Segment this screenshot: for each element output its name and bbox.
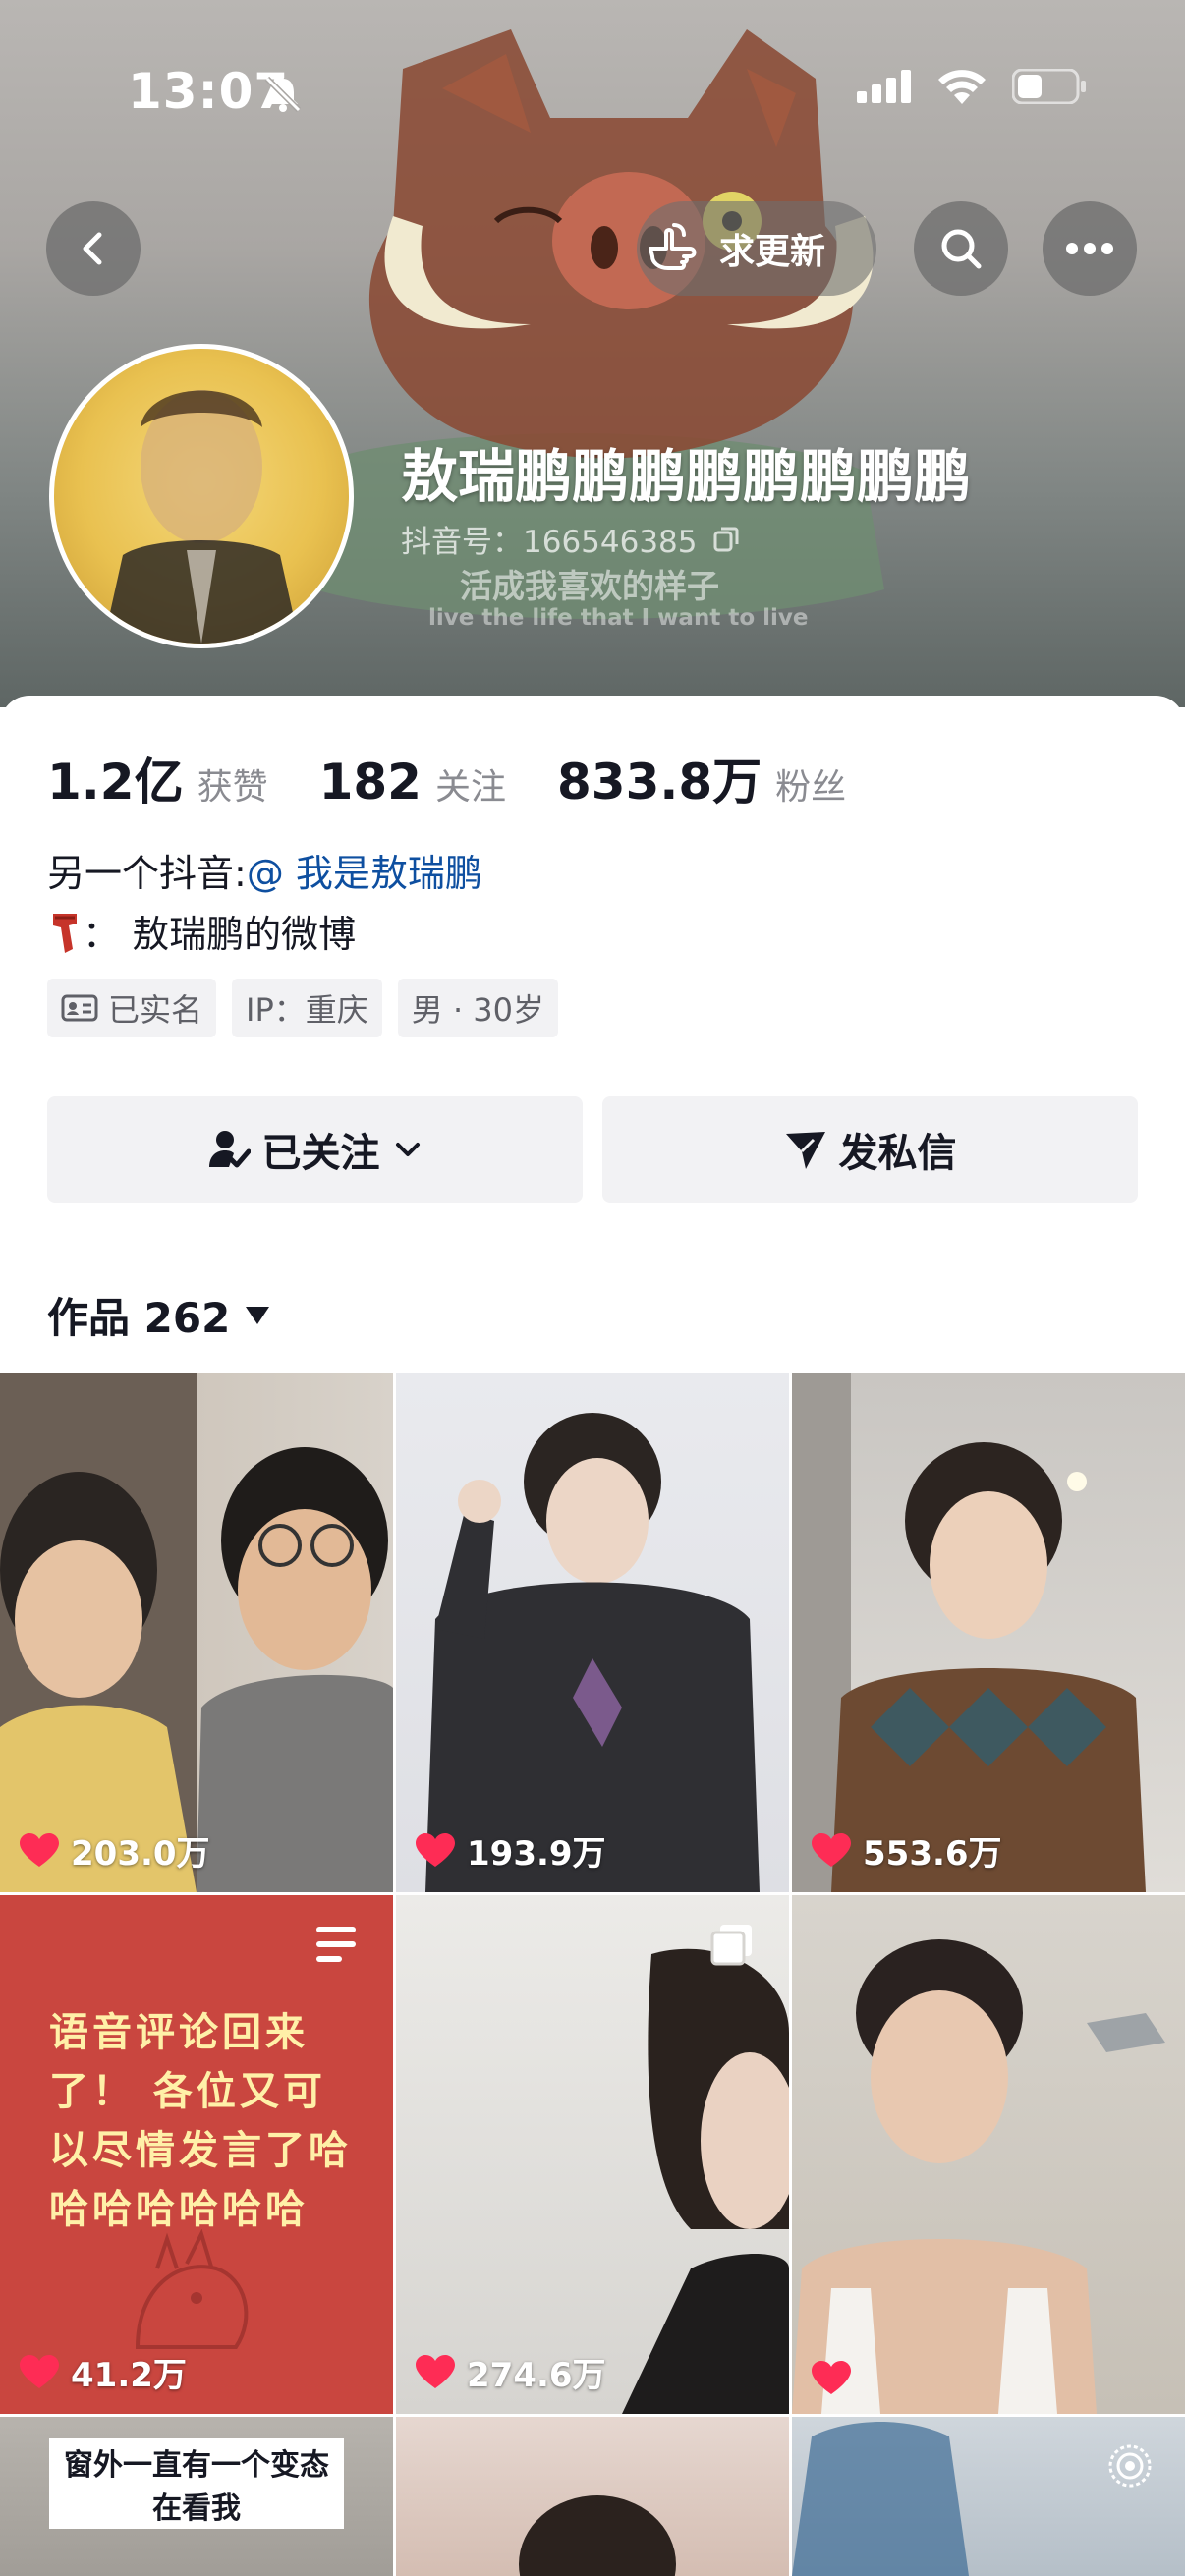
user-check-icon bbox=[208, 1131, 251, 1168]
profile-banner: 13:07 求更新 敖瑞鹏鹏鹏鹏鹏鹏鹏鹏 抖音号：166546385 活成我喜欢… bbox=[0, 0, 1185, 707]
tag-ip-label: IP：重庆 bbox=[246, 991, 368, 1029]
tag-ip-location: IP：重庆 bbox=[232, 979, 382, 1037]
video-likes: 274.6万 bbox=[416, 2348, 606, 2396]
search-button[interactable] bbox=[914, 201, 1008, 296]
video-likes bbox=[812, 2361, 863, 2396]
tag-verified-label: 已实名 bbox=[108, 991, 203, 1029]
heart-icon bbox=[416, 2354, 455, 2388]
heart-icon bbox=[812, 2361, 851, 2394]
video-thumbnail[interactable]: 窗外一直有一个变态在看我 bbox=[0, 2417, 393, 2576]
avatar-portrait bbox=[103, 390, 300, 644]
video-thumbnail[interactable] bbox=[792, 1895, 1185, 2414]
video-caption: 窗外一直有一个变态在看我 bbox=[0, 2417, 393, 2529]
video-likes: 41.2万 bbox=[20, 2348, 187, 2396]
video-thumbnail[interactable]: 语音评论回来了！ 各位又可以尽情发言了哈哈哈哈哈哈哈 41.2万 bbox=[0, 1895, 393, 2414]
article-list-icon bbox=[316, 1927, 356, 1962]
video-thumbnail[interactable] bbox=[792, 2417, 1185, 2576]
stat-following[interactable]: 182 关注 bbox=[319, 754, 506, 811]
dragon-doodle bbox=[135, 2229, 249, 2349]
bio-line-1: 另一个抖音:@ 我是敖瑞鹏 bbox=[47, 843, 482, 897]
tag-gender-age: 男 · 30岁 bbox=[397, 979, 559, 1037]
video-overlay-text: 语音评论回来了！ 各位又可以尽情发言了哈哈哈哈哈哈哈 bbox=[49, 2010, 352, 2232]
stat-likes: 1.2亿 获赞 bbox=[47, 743, 268, 813]
search-icon bbox=[941, 229, 982, 269]
video-likes: 553.6万 bbox=[812, 1826, 1002, 1875]
profile-nickname: 敖瑞鹏鹏鹏鹏鹏鹏鹏鹏 bbox=[401, 443, 972, 510]
heart-icon bbox=[812, 1832, 851, 1867]
video-likes-count: 203.0万 bbox=[71, 1834, 210, 1874]
thumbnail-image bbox=[519, 2495, 676, 2576]
video-caption-text: 窗外一直有一个变态在看我 bbox=[49, 2438, 344, 2529]
tag-gender-age-label: 男 · 30岁 bbox=[411, 991, 545, 1029]
request-update-button[interactable]: 求更新 bbox=[637, 201, 876, 296]
caret-down-icon bbox=[246, 1306, 270, 1324]
multi-image-icon bbox=[710, 1925, 752, 1966]
profile-info-card: 1.2亿 获赞 182 关注 833.8万 粉丝 另一个抖音:@ 我是敖瑞鹏 ：… bbox=[0, 696, 1185, 1373]
video-likes-count: 553.6万 bbox=[863, 1834, 1002, 1874]
profile-avatar[interactable] bbox=[49, 344, 354, 648]
chevron-down-icon bbox=[395, 1143, 420, 1156]
heart-icon bbox=[20, 1832, 59, 1867]
stat-following-label: 关注 bbox=[434, 767, 506, 808]
video-likes-count: 274.6万 bbox=[467, 2356, 606, 2395]
battery-icon bbox=[1012, 69, 1086, 104]
status-bar: 13:07 bbox=[0, 0, 1185, 187]
send-message-label: 发私信 bbox=[838, 1131, 957, 1176]
video-likes: 203.0万 bbox=[20, 1826, 210, 1875]
stat-following-value: 182 bbox=[318, 754, 422, 811]
profile-actions: 已关注 发私信 bbox=[47, 1096, 1138, 1203]
mute-bell-icon bbox=[264, 76, 302, 113]
thumbnail-image bbox=[792, 1373, 1146, 1892]
followed-label: 已关注 bbox=[261, 1131, 380, 1176]
bio-line-1-prefix: 另一个抖音: bbox=[47, 852, 247, 895]
video-thumbnail[interactable]: 203.0万 bbox=[0, 1373, 393, 1892]
video-likes: 193.9万 bbox=[416, 1826, 606, 1875]
works-tab-label: 作品 262 bbox=[47, 1294, 231, 1342]
bio-mention-link[interactable]: @ 我是敖瑞鹏 bbox=[247, 852, 482, 895]
video-likes-count: 41.2万 bbox=[71, 2356, 187, 2395]
stat-likes-label: 获赞 bbox=[197, 767, 268, 808]
followed-button[interactable]: 已关注 bbox=[47, 1096, 583, 1203]
video-likes-count: 193.9万 bbox=[467, 1834, 606, 1874]
bio-line-2-text: ： 敖瑞鹏的微博 bbox=[83, 913, 357, 956]
stats-row: 1.2亿 获赞 182 关注 833.8万 粉丝 bbox=[47, 743, 897, 813]
bio-line-2: ： 敖瑞鹏的微博 bbox=[47, 904, 356, 958]
thumbnail-image bbox=[0, 1447, 393, 1892]
chevron-left-icon bbox=[83, 232, 102, 265]
douyin-id-row[interactable]: 抖音号：166546385 bbox=[401, 517, 741, 561]
id-card-icon bbox=[61, 994, 98, 1022]
douyin-id: 抖音号：166546385 bbox=[401, 525, 698, 560]
wifi-icon bbox=[938, 70, 986, 104]
pointing-hand-icon bbox=[649, 223, 697, 270]
thumbnail-image bbox=[425, 1413, 760, 1892]
works-tab[interactable]: 作品 262 bbox=[47, 1285, 271, 1345]
cellular-signal-icon bbox=[857, 70, 911, 103]
thumbnail-image bbox=[792, 1939, 1165, 2414]
stat-followers-label: 粉丝 bbox=[775, 767, 847, 808]
request-update-label: 求更新 bbox=[719, 232, 826, 272]
more-dots-icon bbox=[1066, 243, 1113, 254]
heart-icon bbox=[20, 2354, 59, 2388]
stat-followers[interactable]: 833.8万 粉丝 bbox=[557, 743, 846, 813]
stat-followers-value: 833.8万 bbox=[556, 754, 762, 811]
video-thumbnail[interactable]: 193.9万 bbox=[396, 1373, 789, 1892]
heart-icon bbox=[416, 1832, 455, 1867]
video-thumbnail[interactable]: 274.6万 bbox=[396, 1895, 789, 2414]
tag-verified: 已实名 bbox=[47, 979, 217, 1037]
paper-plane-icon bbox=[785, 1132, 825, 1169]
copy-icon[interactable] bbox=[711, 525, 741, 554]
stat-likes-value: 1.2亿 bbox=[47, 754, 184, 811]
video-thumbnail[interactable] bbox=[396, 2417, 789, 2576]
more-options-button[interactable] bbox=[1043, 201, 1137, 296]
thumbnail-image bbox=[792, 2422, 969, 2576]
banner-slogan-cn: 活成我喜欢的样子 bbox=[460, 567, 719, 605]
video-thumbnail[interactable]: 553.6万 bbox=[792, 1373, 1185, 1892]
send-message-button[interactable]: 发私信 bbox=[602, 1096, 1138, 1203]
banner-slogan-en: live the life that I want to live bbox=[428, 605, 809, 631]
back-button[interactable] bbox=[46, 201, 141, 296]
thumbnail-image bbox=[622, 1948, 789, 2414]
live-photo-icon bbox=[1108, 2444, 1152, 2488]
red-scarf-emoji-icon bbox=[53, 913, 77, 953]
profile-tags: 已实名 IP：重庆 男 · 30岁 bbox=[47, 979, 559, 1037]
